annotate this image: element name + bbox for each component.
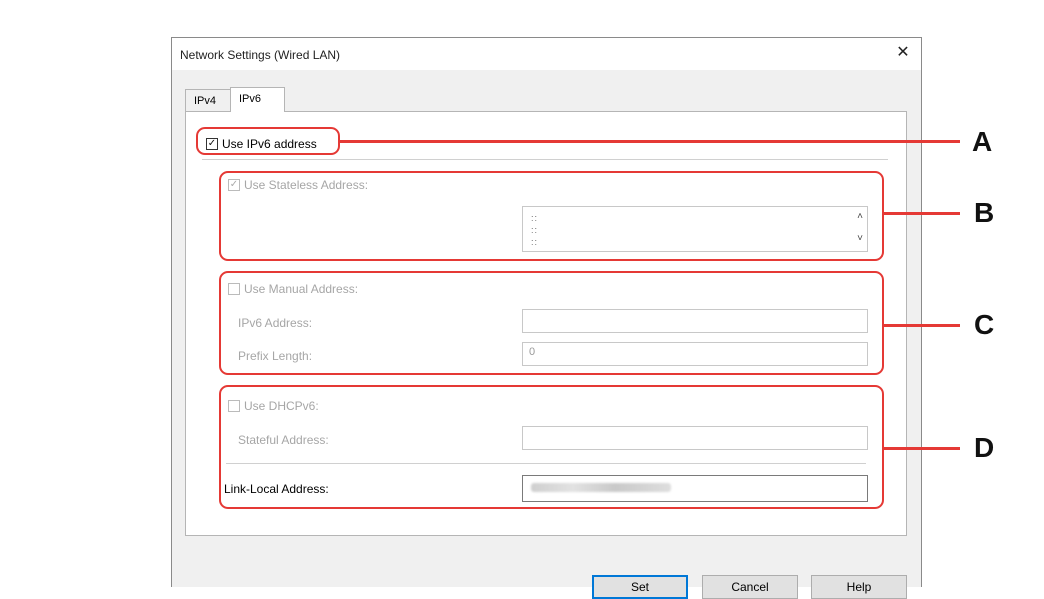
cancel-button[interactable]: Cancel	[702, 575, 798, 599]
highlight-box-a	[196, 127, 340, 155]
close-icon[interactable]: ✕	[889, 41, 917, 65]
help-button[interactable]: Help	[811, 575, 907, 599]
highlight-box-c	[219, 271, 884, 375]
callout-a: A	[972, 126, 993, 157]
callout-c: C	[974, 309, 995, 340]
set-button[interactable]: Set	[592, 575, 688, 599]
tab-ipv4[interactable]: IPv4	[185, 89, 231, 111]
separator	[202, 159, 888, 160]
highlight-box-b	[219, 171, 884, 261]
leader-line-a	[340, 140, 960, 143]
title-bar: Network Settings (Wired LAN) ✕	[172, 38, 921, 70]
highlight-box-d	[219, 385, 884, 509]
leader-line-b	[884, 212, 960, 215]
leader-line-d	[884, 447, 960, 450]
leader-line-c	[884, 324, 960, 327]
window-title: Network Settings (Wired LAN)	[180, 48, 341, 62]
callout-d: D	[974, 432, 995, 463]
callout-b: B	[974, 197, 995, 228]
tab-ipv6[interactable]: IPv6	[230, 87, 285, 112]
